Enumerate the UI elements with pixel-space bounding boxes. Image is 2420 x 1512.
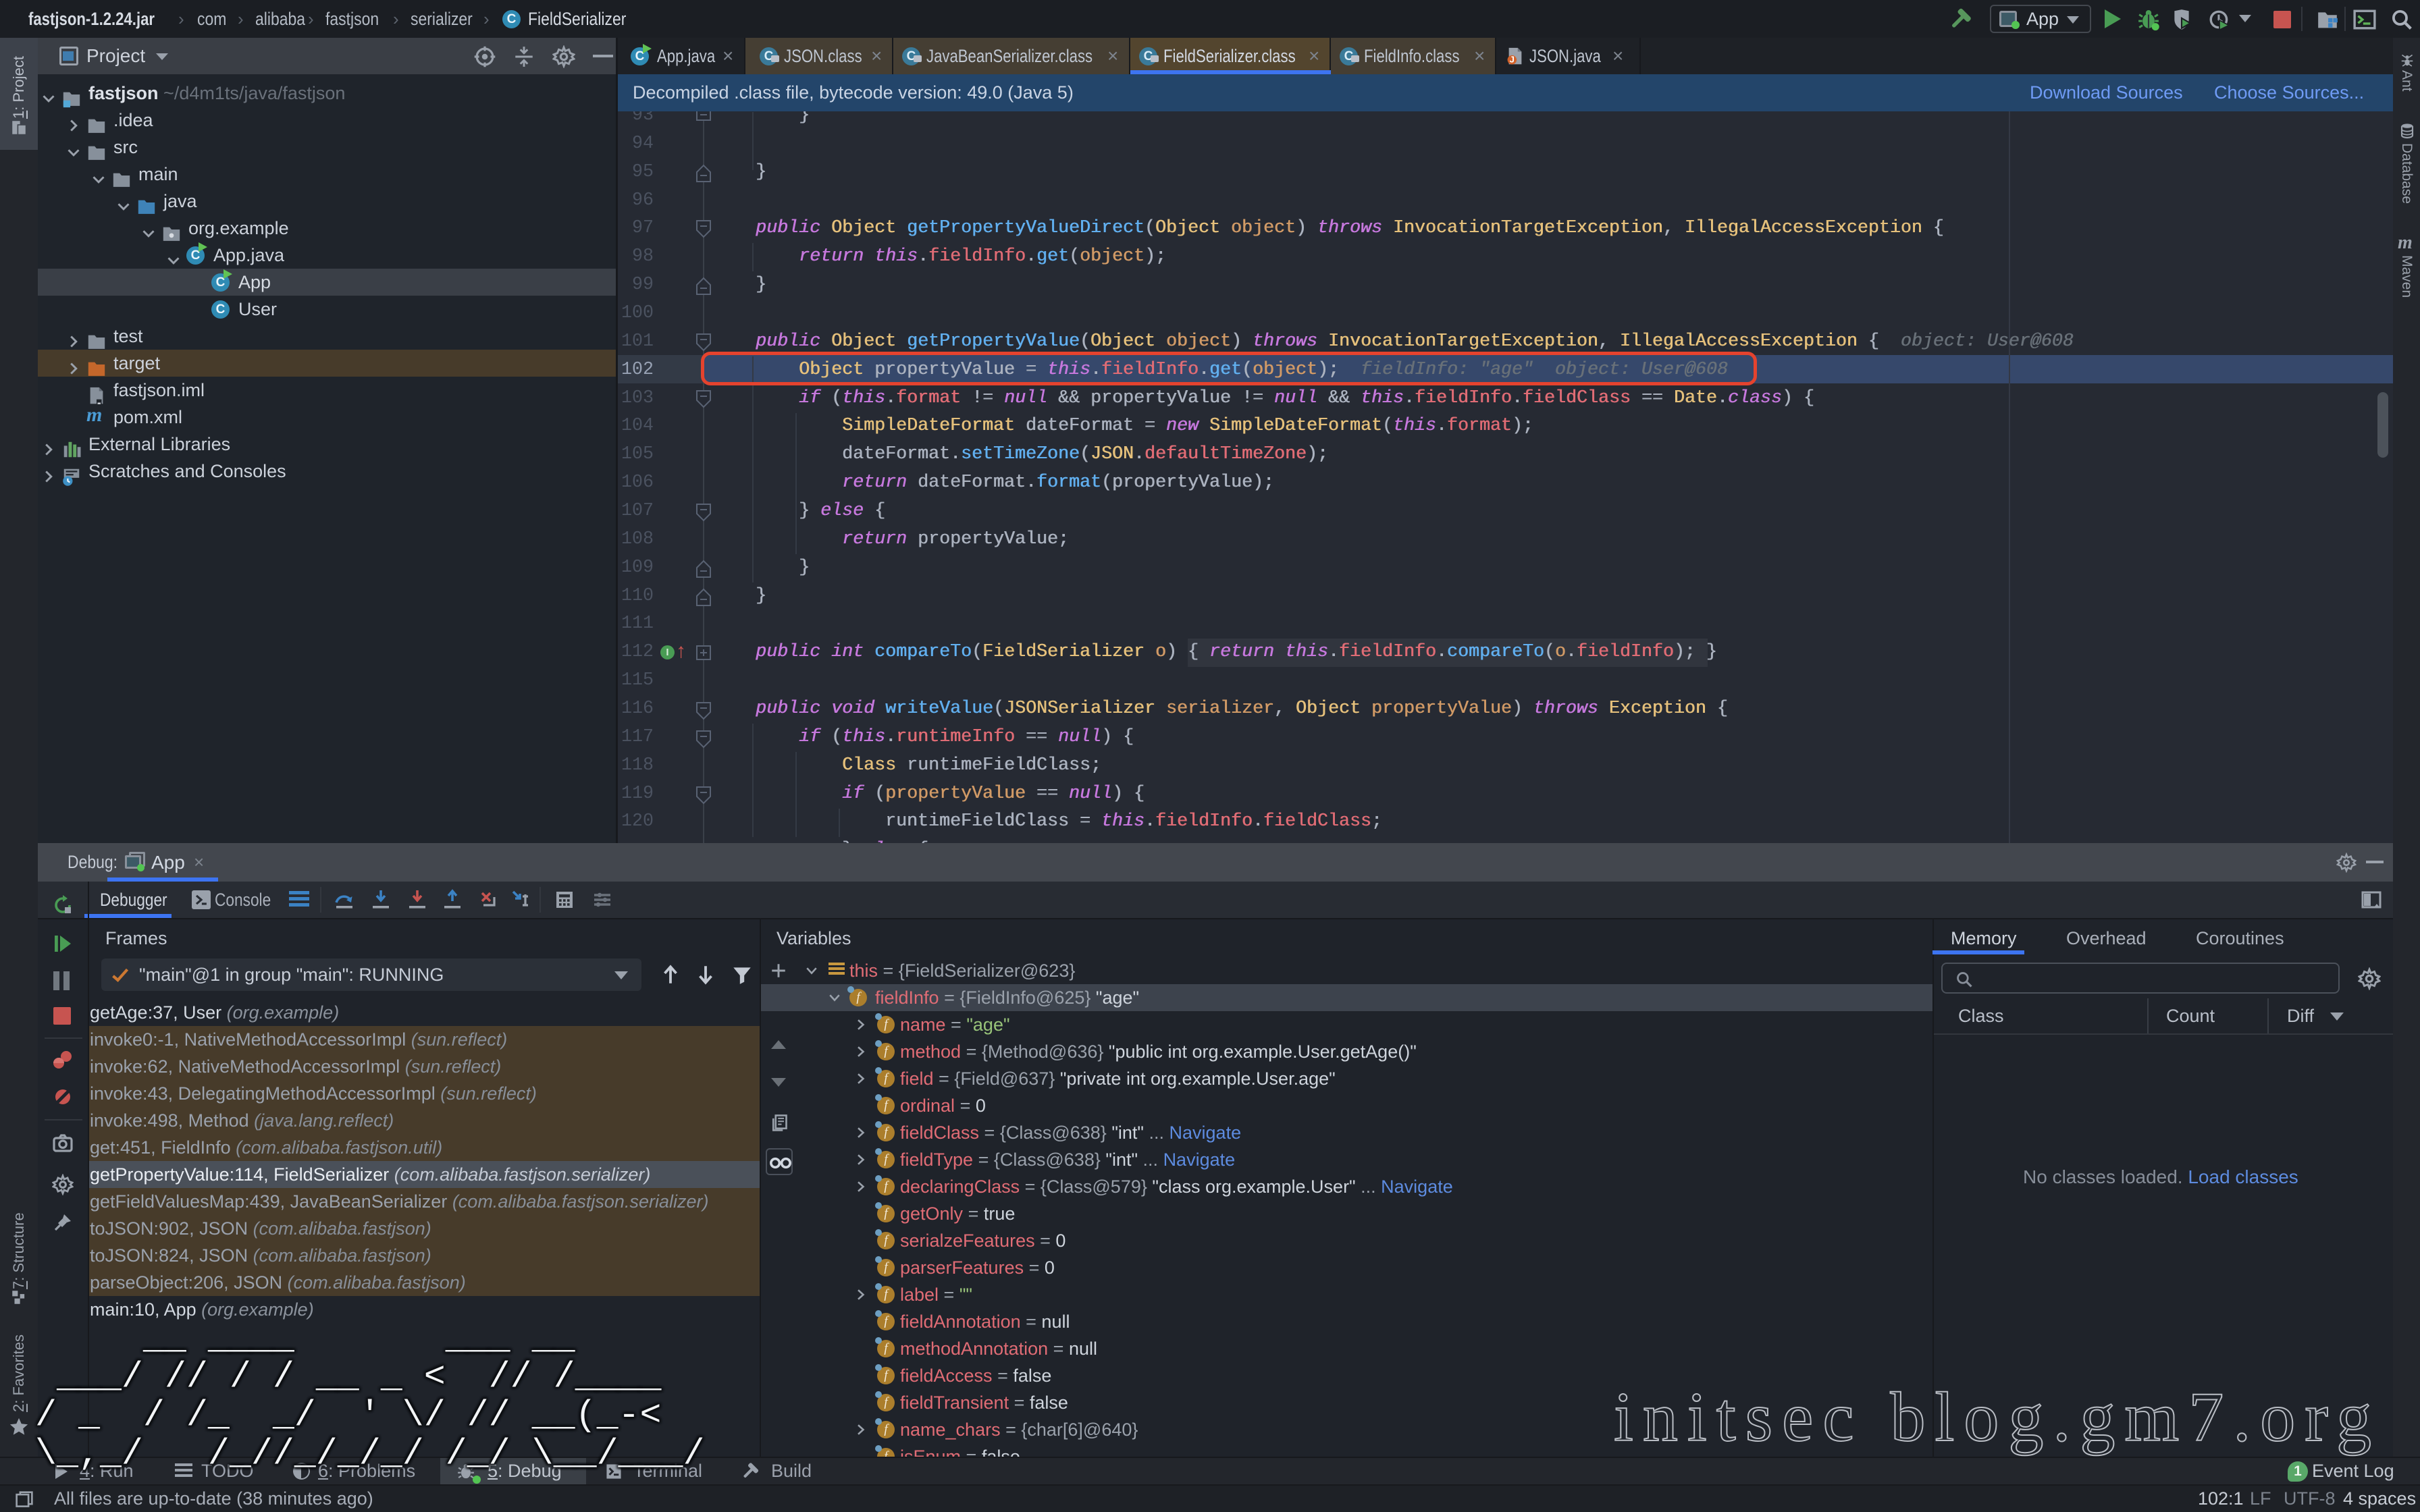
svg-text:J: J — [1510, 54, 1515, 64]
